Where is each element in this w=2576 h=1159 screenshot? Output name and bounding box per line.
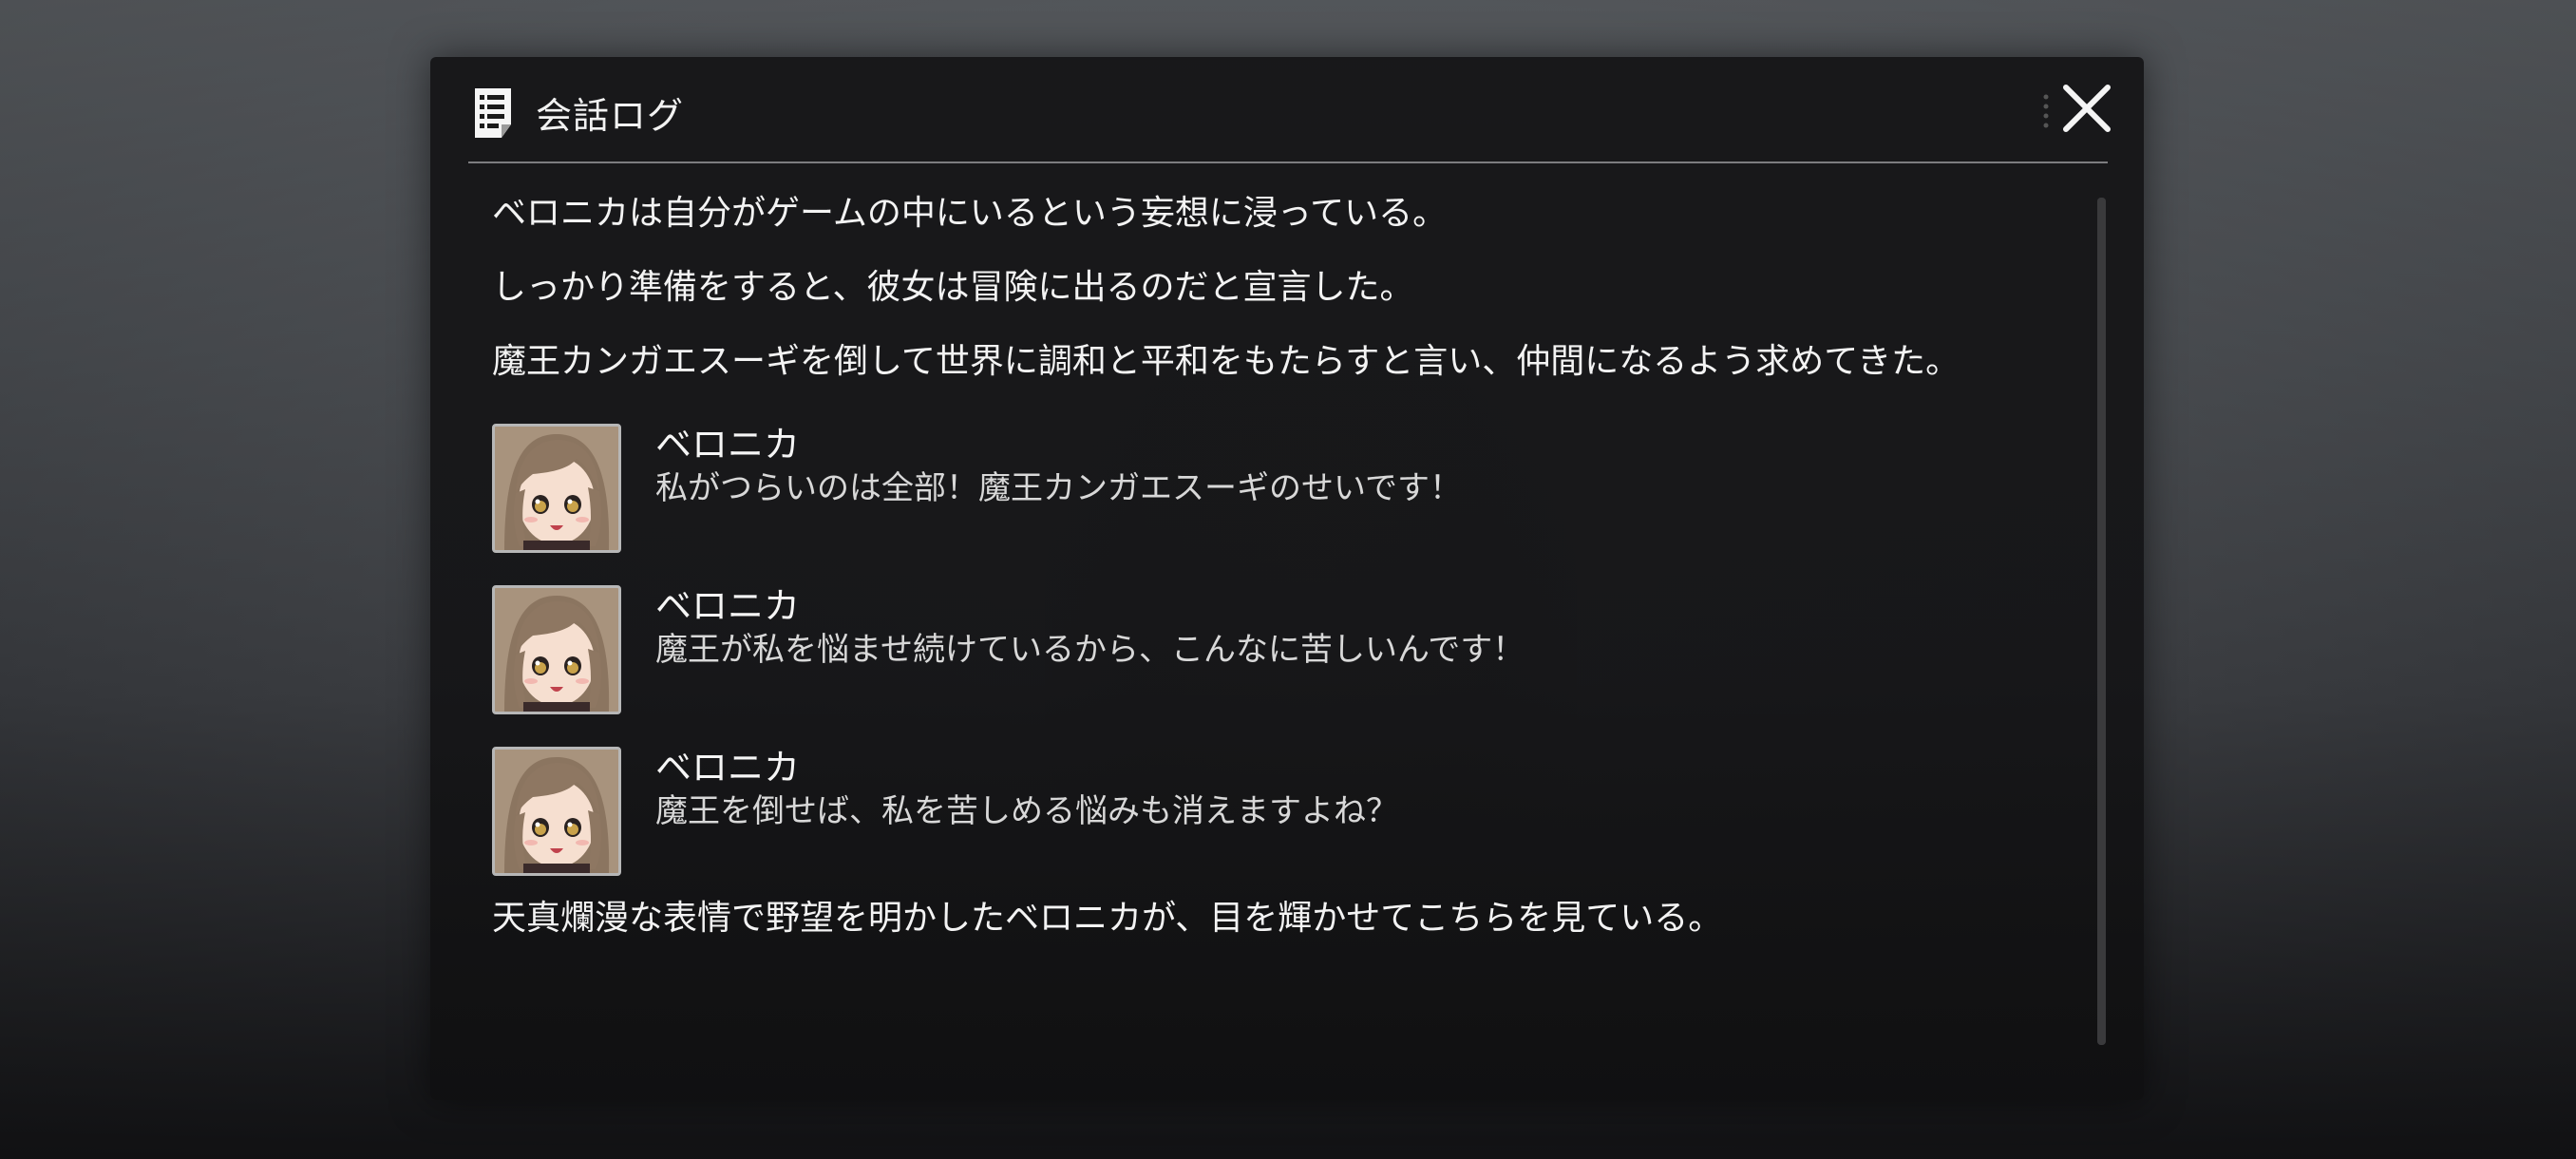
vertical-dots-icon	[2043, 94, 2049, 128]
speech-text: ベロニカ 魔王を倒せば、私を苦しめる悩みも消えますよね？	[655, 747, 1398, 876]
log-content: ベロニカは自分がゲームの中にいるという妄想に浸っている。 しっかり準備をすると、…	[492, 190, 2050, 969]
speech-line: 魔王が私を悩ませ続けているから、こんなに苦しいんです！	[655, 631, 1525, 669]
scrollbar-thumb[interactable]	[2097, 198, 2106, 1045]
log-document-icon	[475, 88, 511, 138]
speech-line: 魔王を倒せば、私を苦しめる悩みも消えますよね？	[655, 792, 1398, 830]
dialog-title: 会話ログ	[536, 94, 685, 137]
speech-text: ベロニカ 私がつらいのは全部！魔王カンガエスーギのせいです！	[655, 424, 1462, 553]
speech-line: 私がつらいのは全部！魔王カンガエスーギのせいです！	[655, 469, 1462, 507]
speech-entry: ベロニカ 魔王が私を悩ませ続けているから、こんなに苦しいんです！	[492, 585, 2050, 714]
narration-line: 天真爛漫な表情で野望を明かしたベロニカが、目を輝かせてこちらを見ている。	[492, 899, 1723, 938]
scrollbar[interactable]	[2097, 198, 2106, 1045]
speaker-name: ベロニカ	[655, 747, 801, 788]
speech-text: ベロニカ 魔王が私を悩ませ続けているから、こんなに苦しいんです！	[655, 585, 1525, 714]
veronica-portrait	[492, 424, 621, 553]
speaker-name: ベロニカ	[655, 424, 801, 466]
speech-entry: ベロニカ 私がつらいのは全部！魔王カンガエスーギのせいです！	[492, 424, 2050, 553]
narration-line: 魔王カンガエスーギを倒して世界に調和と平和をもたらすと言い、仲間になるよう求めて…	[492, 342, 1960, 381]
conversation-log-dialog: 会話ログ ベロニカは自分がゲームの中にいるという妄想に浸っている。 しっかり準備…	[430, 57, 2144, 1100]
speaker-name: ベロニカ	[655, 585, 801, 627]
narration-line: ベロニカは自分がゲームの中にいるという妄想に浸っている。	[492, 194, 1448, 233]
veronica-portrait	[492, 585, 621, 714]
narration-line: しっかり準備をすると、彼女は冒険に出るのだと宣言した。	[492, 268, 1414, 307]
close-icon[interactable]	[2060, 82, 2113, 135]
veronica-portrait	[492, 747, 621, 876]
speech-entry: ベロニカ 魔王を倒せば、私を苦しめる悩みも消えますよね？	[492, 747, 2050, 876]
dialog-header: 会話ログ	[468, 57, 2111, 163]
